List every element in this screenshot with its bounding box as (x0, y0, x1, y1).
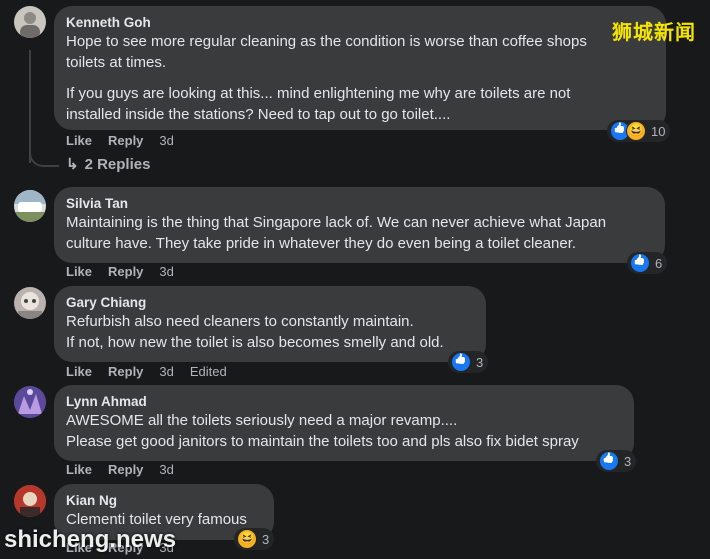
comment-text-line: culture have. They take pride in whateve… (66, 235, 577, 252)
reaction-count: 6 (655, 255, 663, 271)
thread-connector-line (29, 50, 31, 163)
reply-arrow-icon: ↳ (66, 156, 79, 173)
like-button[interactable]: Like (66, 364, 92, 379)
comment-text-line: Hope to see more regular cleaning as the… (66, 33, 587, 50)
reaction-count: 10 (651, 123, 666, 139)
avatar[interactable] (14, 386, 46, 418)
reply-button[interactable]: Reply (108, 133, 143, 148)
comment-author[interactable]: Silvia Tan (66, 195, 653, 212)
comment-text-line: installed inside the stations? Need to t… (66, 106, 451, 123)
comment-text-line: If you guys are looking at this... mind … (66, 85, 571, 102)
reaction-count: 3 (624, 453, 632, 469)
comment-actions: Like Reply 3d (66, 462, 174, 477)
comment-text-line: Maintaining is the thing that Singapore … (66, 214, 607, 231)
like-button[interactable]: Like (66, 264, 92, 279)
comment-author[interactable]: Lynn Ahmad (66, 393, 622, 410)
comment-timestamp[interactable]: 3d (159, 133, 173, 148)
comment-author[interactable]: Gary Chiang (66, 294, 474, 311)
thread-connector-curve (29, 148, 59, 167)
comment-text-line: toilets at times. (66, 54, 167, 71)
comment-actions: Like Reply 3d (66, 264, 174, 279)
reaction-summary[interactable]: 3 (448, 351, 489, 373)
comment-bubble: Kenneth Goh Hope to see more regular cle… (54, 6, 666, 130)
reaction-summary[interactable]: 10 (607, 120, 671, 142)
like-reaction-icon (451, 352, 471, 372)
like-reaction-icon (630, 253, 650, 273)
comment-text-line: AWESOME all the toilets seriously need a… (66, 412, 458, 429)
reaction-count: 3 (476, 354, 484, 370)
comment-timestamp[interactable]: 3d (159, 264, 173, 279)
comment-text-line: If not, how new the toilet is also becom… (66, 334, 444, 351)
comment-timestamp[interactable]: 3d (159, 462, 173, 477)
comment-author[interactable]: Kian Ng (66, 492, 262, 509)
reply-button[interactable]: Reply (108, 264, 143, 279)
comment-text-line: Please get good janitors to maintain the… (66, 433, 579, 450)
comment-bubble: Gary Chiang Refurbish also need cleaners… (54, 286, 486, 362)
haha-reaction-icon (237, 529, 257, 549)
comment-bubble: Silvia Tan Maintaining is the thing that… (54, 187, 665, 263)
reply-button[interactable]: Reply (108, 364, 143, 379)
like-button[interactable]: Like (66, 462, 92, 477)
avatar[interactable] (14, 485, 46, 517)
avatar[interactable] (14, 6, 46, 38)
comment-actions: Like Reply 3d (66, 133, 174, 148)
comment-timestamp[interactable]: 3d (159, 364, 173, 379)
reaction-summary[interactable]: 6 (627, 252, 668, 274)
like-button[interactable]: Like (66, 133, 92, 148)
haha-reaction-icon (626, 121, 646, 141)
avatar[interactable] (14, 190, 46, 222)
comment-bubble: Lynn Ahmad AWESOME all the toilets serio… (54, 385, 634, 461)
comment-author[interactable]: Kenneth Goh (66, 14, 654, 31)
watermark-logo-text: 狮城新闻 (612, 20, 696, 44)
comment-text-line: Refurbish also need cleaners to constant… (66, 313, 414, 330)
reaction-count: 3 (262, 531, 270, 547)
reaction-summary[interactable]: 3 (234, 528, 275, 550)
edited-label[interactable]: Edited (190, 364, 227, 379)
avatar[interactable] (14, 287, 46, 319)
watermark-site-text: shicheng.news (4, 526, 177, 553)
view-replies-link[interactable]: ↳ 2 Replies (66, 155, 150, 173)
reaction-summary[interactable]: 3 (596, 450, 637, 472)
comment-actions: Like Reply 3d Edited (66, 364, 227, 379)
like-reaction-icon (599, 451, 619, 471)
reply-button[interactable]: Reply (108, 462, 143, 477)
replies-label: 2 Replies (84, 156, 151, 173)
